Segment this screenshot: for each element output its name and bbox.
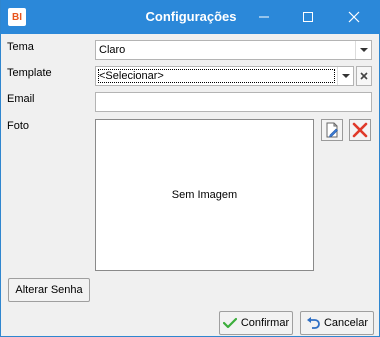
confirm-label: Confirmar bbox=[240, 317, 290, 329]
photo-preview[interactable]: Sem Imagem bbox=[95, 119, 314, 271]
close-button[interactable] bbox=[331, 0, 377, 34]
tema-dropdown-button[interactable] bbox=[355, 41, 371, 59]
title-bar[interactable]: BI Configurações bbox=[1, 0, 380, 34]
cancel-button[interactable]: Cancelar bbox=[300, 311, 374, 335]
tema-select[interactable]: Claro bbox=[95, 40, 372, 60]
change-password-button[interactable]: Alterar Senha bbox=[8, 278, 90, 302]
clear-x-icon bbox=[360, 72, 368, 80]
minimize-button[interactable] bbox=[241, 0, 287, 34]
cancel-label: Cancelar bbox=[323, 317, 369, 329]
confirm-button[interactable]: Confirmar bbox=[219, 311, 293, 335]
tema-label: Tema bbox=[7, 41, 34, 53]
template-dropdown-button[interactable] bbox=[337, 67, 353, 85]
edit-photo-button[interactable] bbox=[321, 119, 343, 141]
email-label: Email bbox=[7, 93, 35, 105]
email-field[interactable] bbox=[95, 92, 372, 112]
settings-dialog: BI Configurações Tema Claro Template <Se… bbox=[0, 0, 380, 337]
no-image-text: Sem Imagem bbox=[171, 189, 238, 201]
foto-label: Foto bbox=[7, 120, 30, 132]
close-icon bbox=[348, 11, 360, 23]
tema-value: Claro bbox=[99, 44, 126, 56]
checkmark-icon bbox=[222, 317, 237, 329]
chevron-down-icon bbox=[341, 73, 350, 78]
change-password-label: Alterar Senha bbox=[15, 284, 83, 296]
template-clear-button[interactable] bbox=[356, 66, 372, 86]
undo-arrow-icon bbox=[306, 317, 320, 329]
chevron-down-icon bbox=[359, 47, 368, 52]
maximize-button[interactable] bbox=[285, 0, 331, 34]
delete-photo-button[interactable] bbox=[349, 119, 371, 141]
template-label: Template bbox=[7, 67, 52, 79]
edit-document-icon bbox=[326, 122, 338, 138]
template-select[interactable]: <Selecionar> bbox=[95, 66, 354, 86]
red-x-icon bbox=[352, 122, 368, 138]
template-value: <Selecionar> bbox=[99, 70, 164, 82]
maximize-icon bbox=[303, 12, 313, 22]
minimize-icon bbox=[259, 16, 269, 18]
